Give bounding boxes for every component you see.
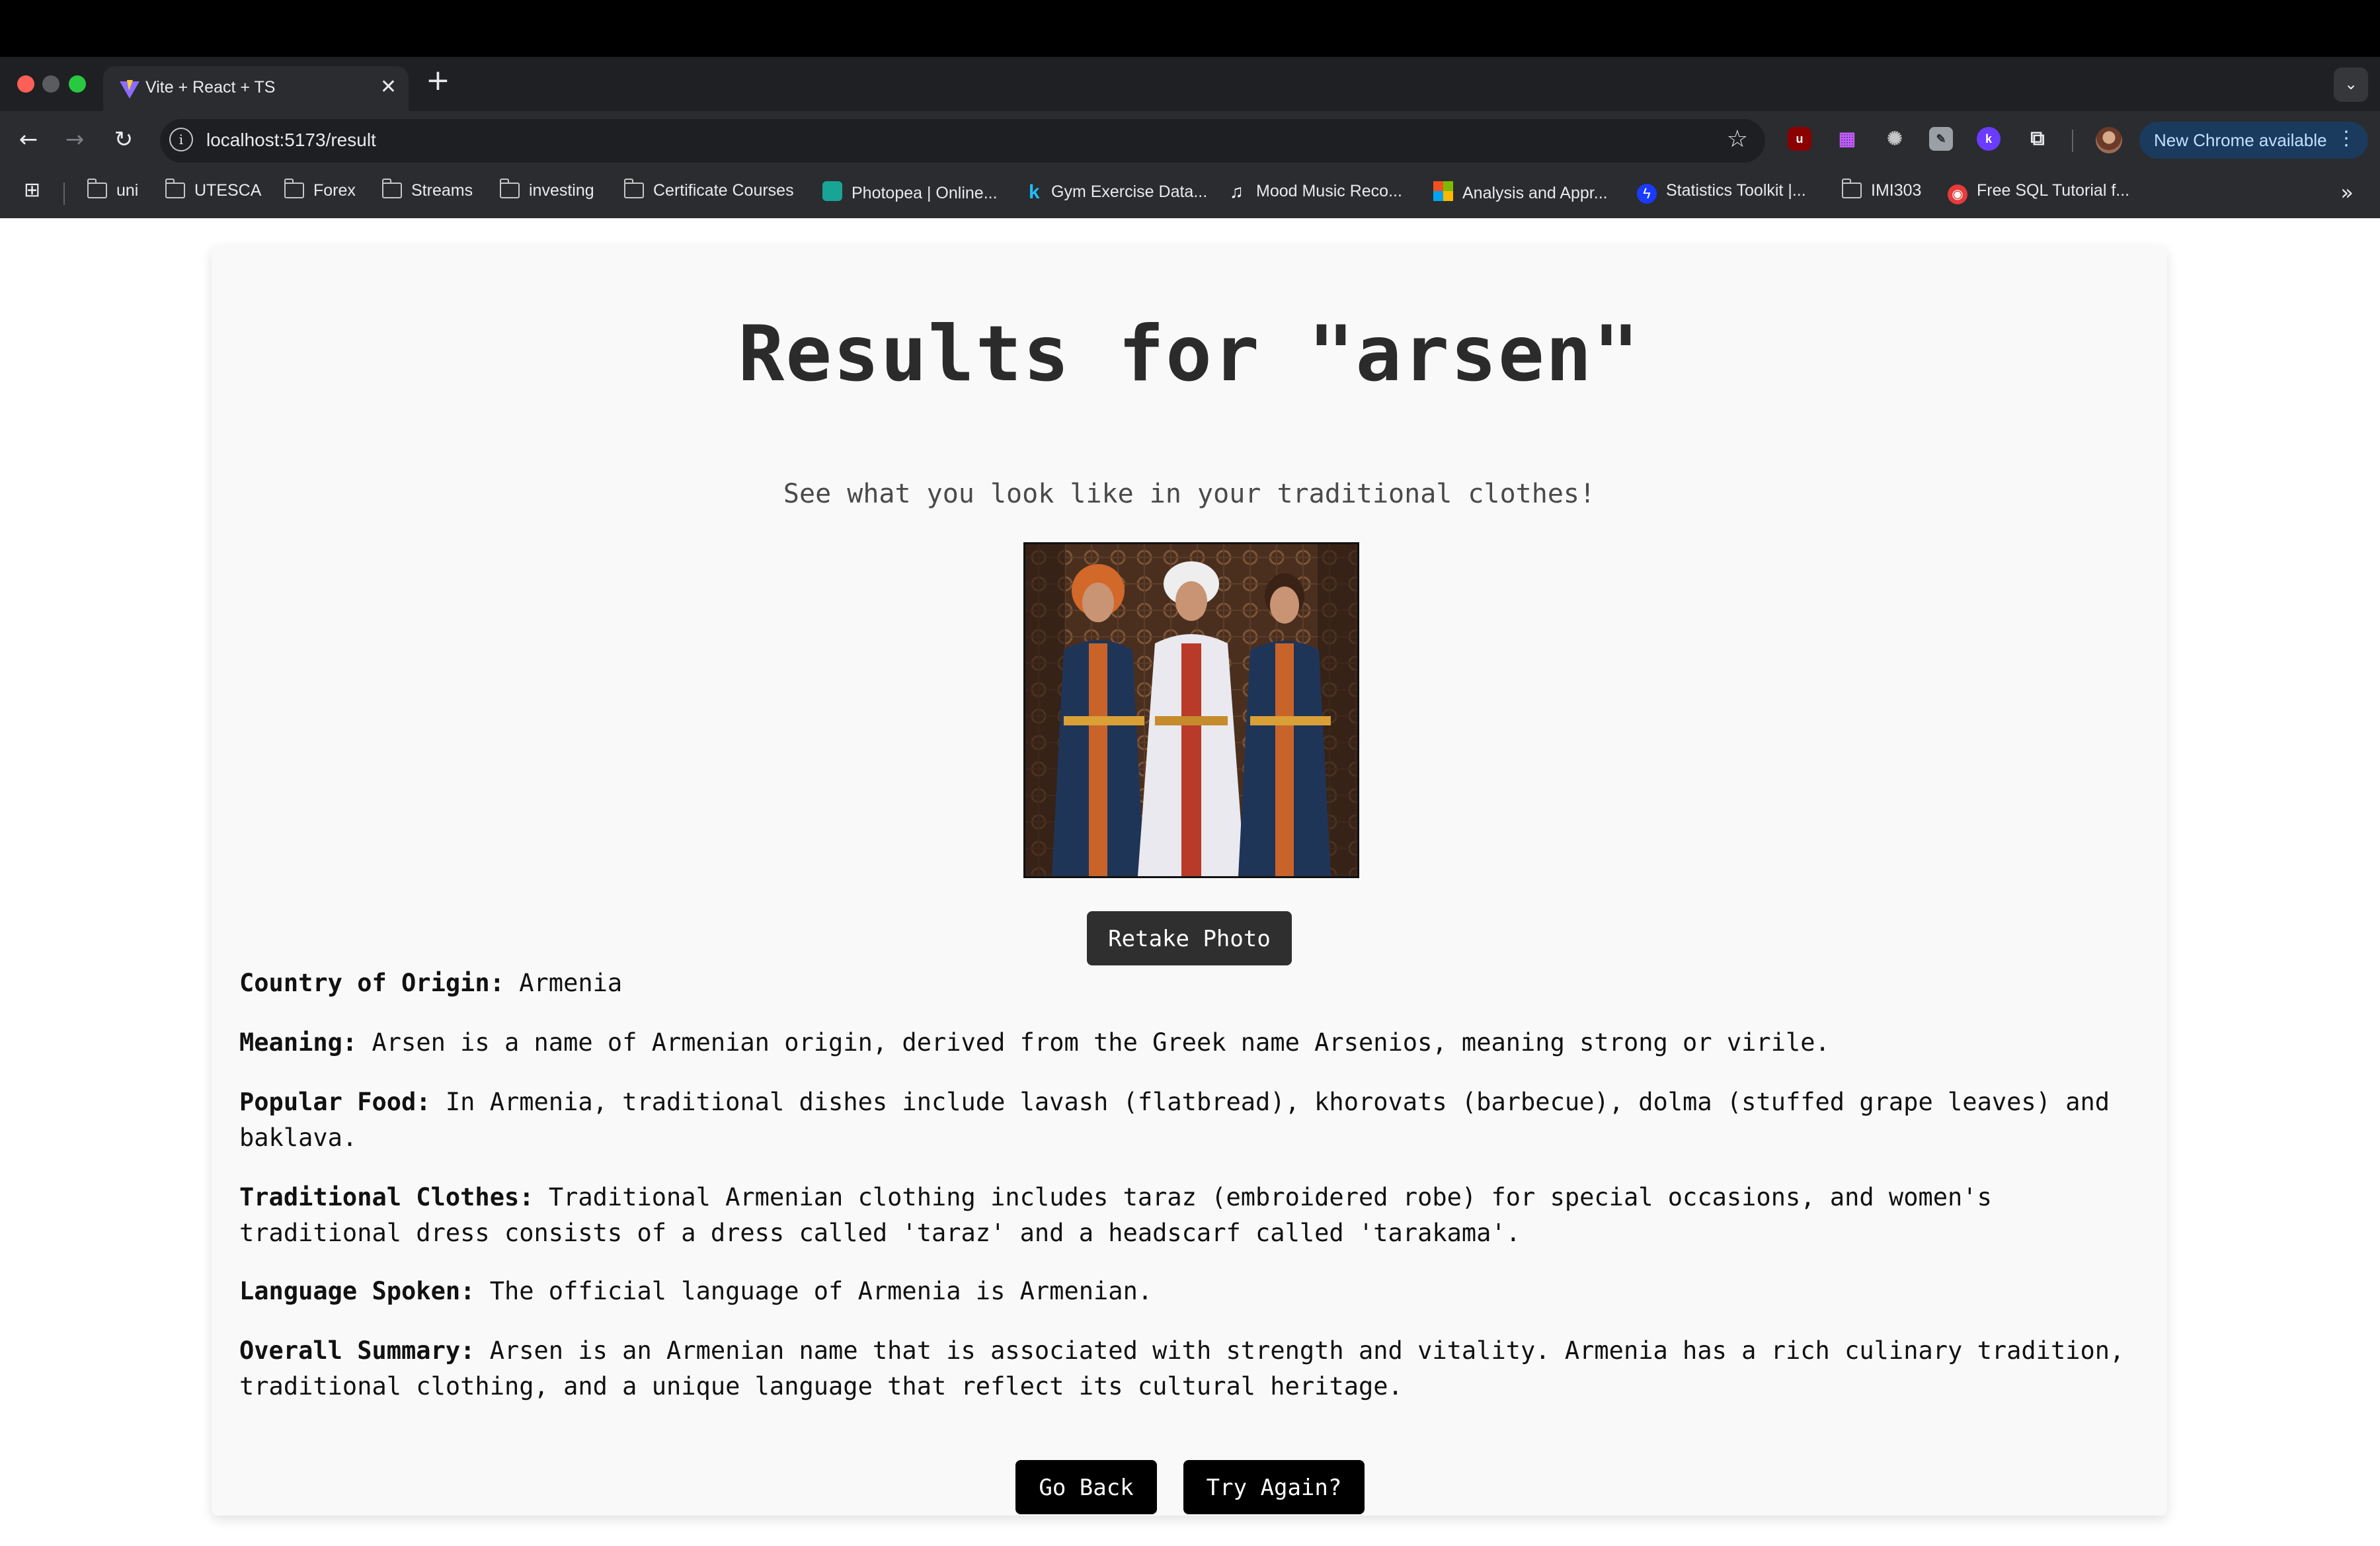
field-label: Meaning: [239,1028,358,1057]
bookmark-star-icon[interactable]: ☆ [1727,126,1748,153]
music-icon: ♫ [1230,181,1244,202]
bookmarks-divider [63,183,65,205]
field-value: Armenia [519,969,623,997]
new-chrome-available-button[interactable]: New Chrome available ⋮ [2139,122,2368,159]
photo-illustration [1025,544,1357,876]
vite-logo-icon [120,80,139,99]
window-minimize-dot[interactable] [42,75,60,93]
field-value: Arsen is an Armenian name that is associ… [239,1336,2125,1401]
toolbar-divider [2072,130,2073,152]
meaning-row: Meaning: Arsen is a name of Armenian ori… [239,1025,2137,1061]
traditional-clothes-row: Traditional Clothes: Traditional Armenia… [239,1180,2137,1251]
bookmark-statistics-toolkit[interactable]: ϟ Statistics Toolkit |... [1637,181,1806,205]
bookmark-certificate-courses[interactable]: Certificate Courses [624,179,794,205]
generated-traditional-clothes-photo [1023,542,1359,878]
folder-icon [624,179,644,198]
microsoft-icon [1433,181,1453,201]
new-chrome-label: New Chrome available [2154,130,2327,150]
bookmark-streams[interactable]: Streams [382,179,473,205]
tab-search-chevron-icon[interactable]: ⌄ [2334,67,2368,102]
site-info-icon[interactable]: i [169,128,193,151]
folder-icon [500,179,520,198]
sql-icon: ◉ [1948,184,1967,204]
bookmark-imi303[interactable]: IMI303 [1842,179,1921,205]
tab-title: Vite + React + TS [145,78,276,97]
profile-avatar[interactable] [2096,127,2122,153]
field-label: Country of Origin: [239,969,504,997]
browser-chrome: Vite + React + TS ✕ + ⌄ ← → ↻ i localhos… [0,57,2380,218]
overall-summary-row: Overall Summary: Arsen is an Armenian na… [239,1333,2137,1404]
new-tab-icon[interactable]: + [426,66,450,95]
screen-top-bar [0,0,2380,57]
forward-arrow-icon[interactable]: → [58,123,91,156]
bookmark-analysis-and-appr[interactable]: Analysis and Appr... [1433,181,1608,205]
reload-icon[interactable]: ↻ [107,123,140,156]
k-extension-icon[interactable]: k [1977,127,2001,151]
bolt-icon: ϟ [1637,184,1657,204]
field-label: Popular Food: [239,1088,431,1116]
field-value: Arsen is a name of Armenian origin, deri… [372,1028,1830,1057]
paper-extension-icon[interactable]: ✎ [1929,127,1953,151]
field-value: In Armenia, traditional dishes include l… [239,1088,2110,1152]
bookmark-photopea[interactable]: Photopea | Online... [822,181,998,205]
bookmarks-overflow-chevron-icon[interactable]: » [2340,180,2354,205]
bookmarks-bar: ⊞ uni UTESCA Forex Streams investing Cer… [0,169,2380,218]
tab-active[interactable]: Vite + React + TS ✕ [103,66,409,111]
field-label: Language Spoken: [239,1277,475,1305]
bookmark-utesca[interactable]: UTESCA [165,179,261,205]
bookmark-gym-exercise-data[interactable]: k Gym Exercise Data... [1029,181,1207,205]
folder-icon [1842,179,1862,198]
bookmark-free-sql-tutorial[interactable]: ◉ Free SQL Tutorial f... [1948,181,2129,205]
try-again-button[interactable]: Try Again? [1183,1460,1365,1514]
grid-extension-icon[interactable]: ▦ [1835,127,1859,151]
apps-grid-icon[interactable]: ⊞ [24,179,40,202]
page-title: Results for "arsen" [738,309,1641,399]
country-of-origin-row: Country of Origin: Armenia [239,965,2137,1001]
tab-strip: Vite + React + TS ✕ + ⌄ [0,57,2380,111]
field-label: Traditional Clothes: [239,1183,534,1211]
bookmark-mood-music[interactable]: ♫ Mood Music Reco... [1230,181,1402,205]
bug-extension-icon[interactable]: ✺ [1883,127,1907,151]
window-close-dot[interactable] [17,75,34,93]
folder-icon [165,179,185,198]
retake-photo-button[interactable]: Retake Photo [1087,911,1292,965]
go-back-button[interactable]: Go Back [1015,1460,1157,1514]
address-bar-url: localhost:5173/result [206,130,376,150]
folder-icon [382,179,402,198]
bookmark-forex[interactable]: Forex [284,179,356,205]
page-viewport: Results for "arsen" See what you look li… [0,218,2380,1546]
back-arrow-icon[interactable]: ← [12,123,45,156]
chrome-menu-icon[interactable]: ⋮ [2336,127,2356,150]
window-maximize-dot[interactable] [69,75,86,93]
photopea-icon [822,181,842,201]
popular-food-row: Popular Food: In Armenia, traditional di… [239,1084,2137,1156]
field-value: The official language of Armenia is Arme… [489,1277,1153,1305]
ublock-extension-icon[interactable]: u [1788,127,1811,151]
bookmark-investing[interactable]: investing [500,179,594,205]
page-subtitle: See what you look like in your tradition… [783,479,1596,509]
bookmark-uni[interactable]: uni [87,179,138,205]
kaggle-icon: k [1029,181,1040,203]
field-label: Overall Summary: [239,1336,475,1365]
language-spoken-row: Language Spoken: The official language o… [239,1274,2137,1309]
extensions-puzzle-icon[interactable]: ⧉ [2026,127,2049,151]
result-card: Results for "arsen" See what you look li… [212,246,2167,1516]
tab-close-icon[interactable]: ✕ [380,75,397,99]
folder-icon [284,179,304,198]
folder-icon [87,179,107,198]
address-bar[interactable]: i localhost:5173/result ☆ [160,119,1765,163]
